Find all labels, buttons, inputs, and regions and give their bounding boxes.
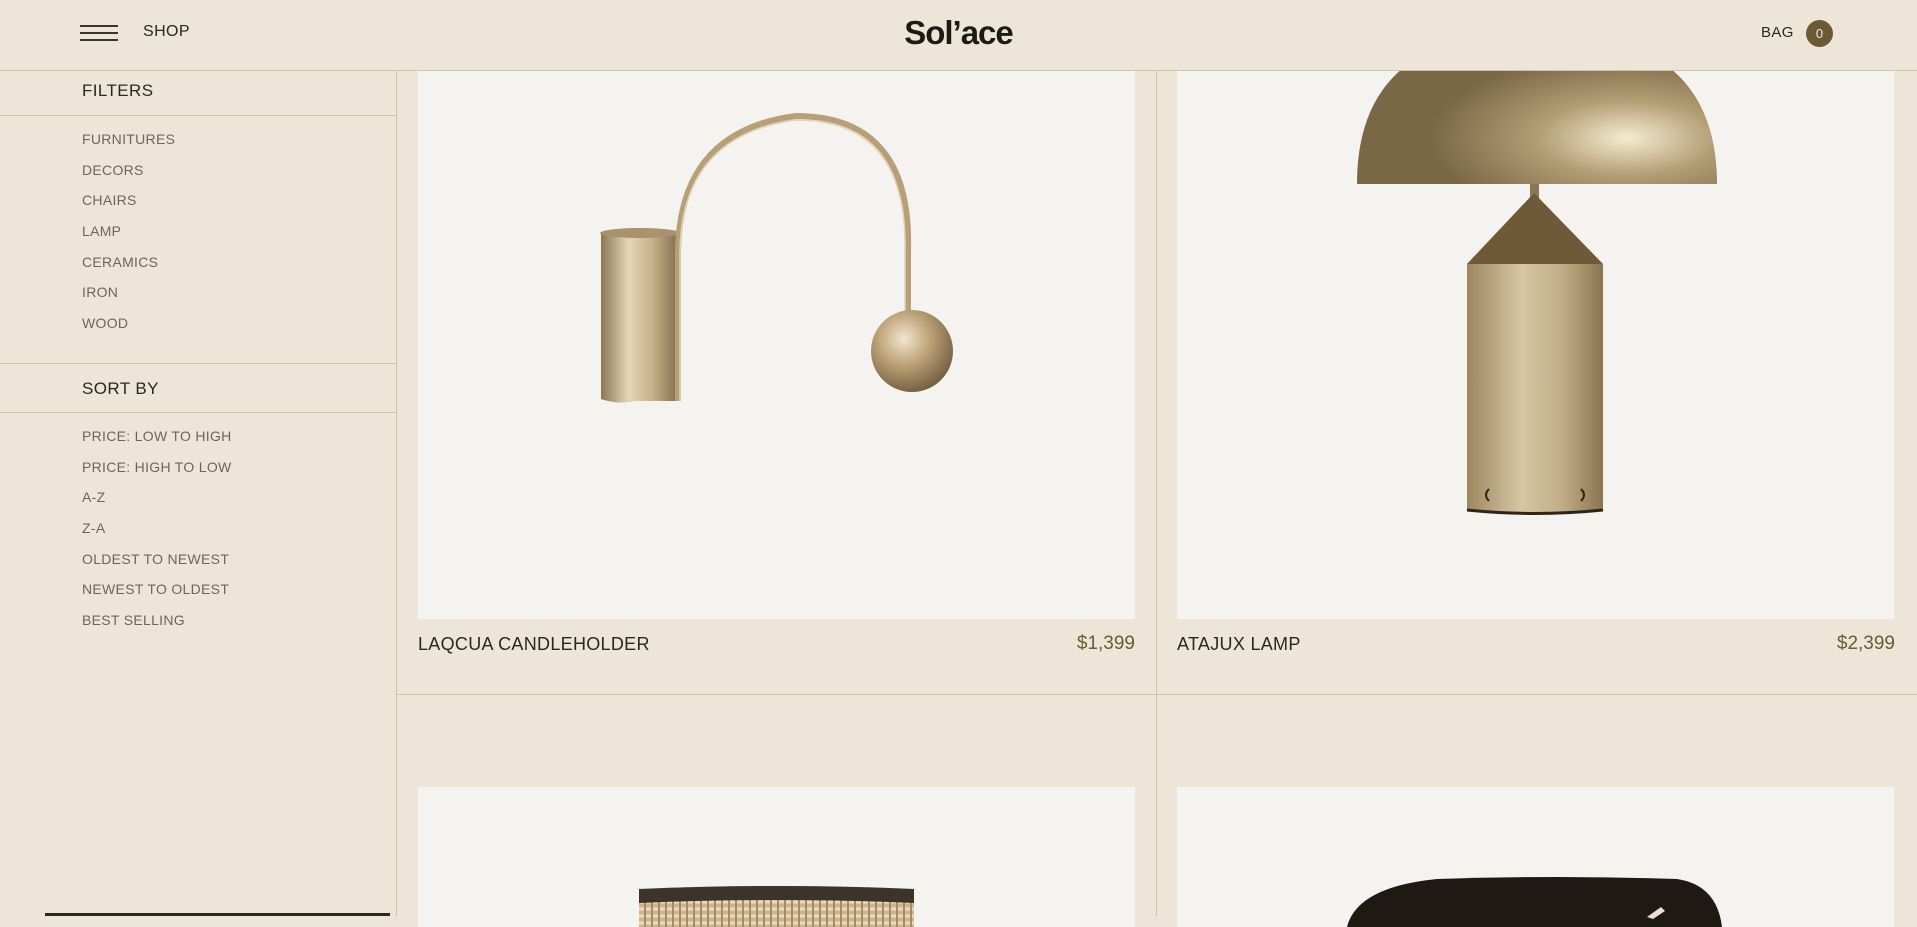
filter-item-wood[interactable]: WOOD bbox=[82, 308, 396, 339]
filter-item-ceramics[interactable]: CERAMICS bbox=[82, 247, 396, 278]
filter-item-chairs[interactable]: CHAIRS bbox=[82, 185, 396, 216]
product-grid: LAQCUA CANDLEHOLDER $1,399 ATAJUX LAMP $… bbox=[397, 71, 1917, 927]
product-image-rattan[interactable] bbox=[418, 787, 1135, 927]
lamp-illustration bbox=[1357, 71, 1717, 515]
filter-item-iron[interactable]: IRON bbox=[82, 277, 396, 308]
product-image-dark-object[interactable] bbox=[1177, 787, 1894, 927]
sidebar: FILTERS FURNITURES DECORS CHAIRS LAMP CE… bbox=[0, 71, 397, 916]
sort-item-oldest-newest[interactable]: OLDEST TO NEWEST bbox=[82, 544, 396, 575]
filter-item-lamp[interactable]: LAMP bbox=[82, 216, 396, 247]
bag-link[interactable]: BAG bbox=[1761, 24, 1794, 41]
product-card[interactable] bbox=[1157, 695, 1917, 927]
sort-item-newest-oldest[interactable]: NEWEST TO OLDEST bbox=[82, 574, 396, 605]
sort-item-a-z[interactable]: A-Z bbox=[82, 482, 396, 513]
product-price: $2,399 bbox=[1836, 633, 1895, 654]
candleholder-illustration bbox=[600, 112, 953, 403]
rattan-illustration bbox=[639, 886, 914, 927]
sort-item-price-high-low[interactable]: PRICE: HIGH TO LOW bbox=[82, 452, 396, 483]
product-name[interactable]: LAQCUA CANDLEHOLDER bbox=[418, 634, 650, 655]
filters-list: FURNITURES DECORS CHAIRS LAMP CERAMICS I… bbox=[0, 116, 396, 364]
sort-item-z-a[interactable]: Z-A bbox=[82, 513, 396, 544]
product-card[interactable]: ATAJUX LAMP $2,399 bbox=[1157, 71, 1917, 695]
product-price: $1,399 bbox=[1076, 633, 1135, 654]
filter-item-decors[interactable]: DECORS bbox=[82, 155, 396, 186]
filter-item-furnitures[interactable]: FURNITURES bbox=[82, 124, 396, 155]
sort-list: PRICE: LOW TO HIGH PRICE: HIGH TO LOW A-… bbox=[0, 413, 396, 636]
bag-count-badge[interactable]: 0 bbox=[1806, 20, 1833, 47]
product-image-candleholder[interactable] bbox=[418, 71, 1135, 619]
filters-heading: FILTERS bbox=[0, 71, 396, 116]
dark-object-illustration bbox=[1347, 877, 1722, 927]
product-card[interactable]: LAQCUA CANDLEHOLDER $1,399 bbox=[397, 71, 1157, 695]
sort-item-best-selling[interactable]: BEST SELLING bbox=[82, 605, 396, 636]
product-name[interactable]: ATAJUX LAMP bbox=[1177, 634, 1301, 655]
site-header: SHOP Sol’ace BAG 0 bbox=[0, 0, 1917, 71]
product-card[interactable] bbox=[397, 695, 1157, 927]
site-logo[interactable]: Sol’ace bbox=[0, 14, 1917, 52]
sort-item-price-low-high[interactable]: PRICE: LOW TO HIGH bbox=[82, 421, 396, 452]
sort-heading: SORT BY bbox=[0, 364, 396, 413]
product-image-lamp[interactable] bbox=[1177, 71, 1894, 619]
